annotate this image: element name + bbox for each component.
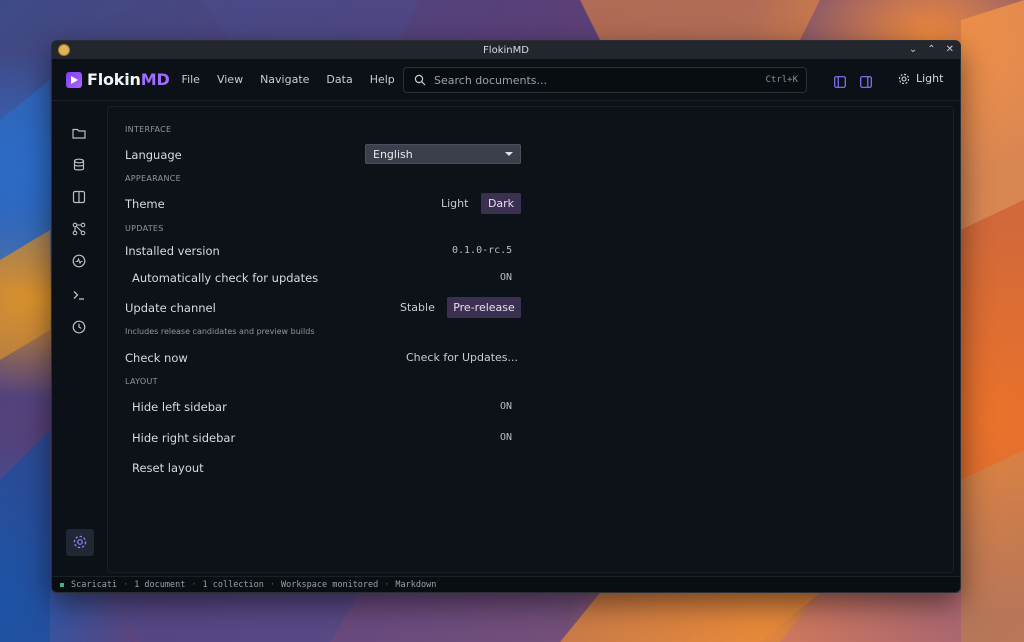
status-indicator: [60, 582, 64, 587]
status-bar: Scaricati · 1 document · 1 collection · …: [52, 576, 960, 592]
logo-accent: MD: [140, 70, 170, 89]
app-logo: FlokinMD: [66, 70, 170, 89]
search-shortcut: Ctrl+K: [765, 75, 798, 85]
hide-right-sidebar-label: Hide right sidebar: [132, 431, 236, 445]
status-separator: ·: [269, 579, 276, 590]
status-documents: 1 document: [134, 579, 186, 590]
menu-file[interactable]: File: [182, 73, 200, 86]
section-interface: INTERFACE: [125, 125, 172, 134]
language-select[interactable]: English: [365, 144, 521, 164]
app-icon: [58, 44, 70, 56]
check-updates-button[interactable]: Check for Updates...: [406, 351, 518, 364]
menu-bar: File View Navigate Data Help: [182, 73, 412, 86]
language-label: Language: [125, 148, 182, 162]
search-placeholder: Search documents...: [434, 73, 548, 87]
layout-toggles: [834, 73, 872, 88]
search-input[interactable]: Search documents... Ctrl+K: [403, 67, 807, 93]
channel-option-prerelease[interactable]: Pre-release: [447, 297, 521, 318]
language-value: English: [373, 147, 413, 161]
menu-data[interactable]: Data: [326, 73, 352, 86]
split-panel-icon[interactable]: [71, 189, 87, 205]
title-bar: FlokinMD ⌄ ⌃ ✕: [52, 41, 960, 59]
theme-label: Theme: [125, 197, 165, 211]
logo-main: Flokin: [87, 70, 141, 89]
channel-help-text: Includes release candidates and preview …: [125, 327, 315, 336]
window-controls: ⌄ ⌃ ✕: [909, 41, 954, 59]
menu-help[interactable]: Help: [370, 73, 395, 86]
folder-icon[interactable]: [71, 125, 87, 141]
logo-text: FlokinMD: [87, 70, 170, 89]
status-monitor: Workspace monitored: [281, 579, 379, 590]
status-workspace: Scaricati: [71, 579, 118, 590]
hide-left-sidebar-label: Hide left sidebar: [132, 400, 227, 414]
theme-option-dark[interactable]: Dark: [481, 193, 521, 214]
app-header: FlokinMD File View Navigate Data Help Se…: [52, 59, 960, 101]
settings-icon: [73, 535, 87, 549]
reset-layout-button[interactable]: Reset layout: [132, 461, 204, 475]
window-title: FlokinMD: [483, 44, 529, 56]
status-mode: Markdown: [395, 579, 437, 590]
auto-check-label: Automatically check for updates: [132, 271, 319, 285]
section-layout: LAYOUT: [125, 377, 158, 386]
activity-rail: [52, 101, 106, 577]
section-updates: UPDATES: [125, 224, 164, 233]
channel-option-stable[interactable]: Stable: [400, 301, 435, 314]
installed-version-value: 0.1.0-rc.5: [452, 245, 513, 256]
check-now-label: Check now: [125, 351, 188, 365]
settings-panel: INTERFACE Language English APPEARANCE Th…: [107, 106, 954, 573]
graph-icon[interactable]: [71, 221, 87, 237]
theme-toggle-button[interactable]: Light: [898, 72, 943, 85]
hide-left-sidebar-toggle[interactable]: ON: [500, 401, 512, 412]
activity-icon[interactable]: [71, 253, 87, 269]
close-icon[interactable]: ✕: [946, 41, 954, 59]
database-icon[interactable]: [71, 157, 87, 173]
status-separator: ·: [191, 579, 197, 590]
terminal-icon[interactable]: [71, 287, 87, 303]
right-sidebar-toggle-icon[interactable]: [860, 73, 872, 88]
status-separator: ·: [123, 579, 129, 590]
settings-nav-button[interactable]: [66, 529, 94, 556]
logo-icon: [66, 71, 82, 88]
update-channel-label: Update channel: [125, 301, 216, 315]
section-appearance: APPEARANCE: [125, 174, 181, 183]
status-collections: 1 collection: [202, 579, 264, 590]
hide-right-sidebar-toggle[interactable]: ON: [500, 432, 512, 443]
caret-down-icon: [505, 152, 513, 156]
theme-option-light[interactable]: Light: [441, 197, 468, 210]
clock-icon[interactable]: [71, 319, 87, 335]
menu-navigate[interactable]: Navigate: [260, 73, 309, 86]
app-window: FlokinMD ⌄ ⌃ ✕ FlokinMD File View Naviga…: [51, 40, 961, 593]
menu-view[interactable]: View: [217, 73, 243, 86]
minimize-icon[interactable]: ⌄: [909, 41, 917, 59]
gear-icon: [898, 73, 910, 84]
auto-check-toggle[interactable]: ON: [500, 272, 512, 283]
maximize-icon[interactable]: ⌃: [927, 41, 935, 59]
left-sidebar-toggle-icon[interactable]: [834, 73, 846, 88]
installed-version-label: Installed version: [125, 244, 220, 258]
search-icon: [414, 74, 426, 86]
status-separator: ·: [384, 579, 390, 590]
theme-toggle-label: Light: [916, 72, 944, 85]
